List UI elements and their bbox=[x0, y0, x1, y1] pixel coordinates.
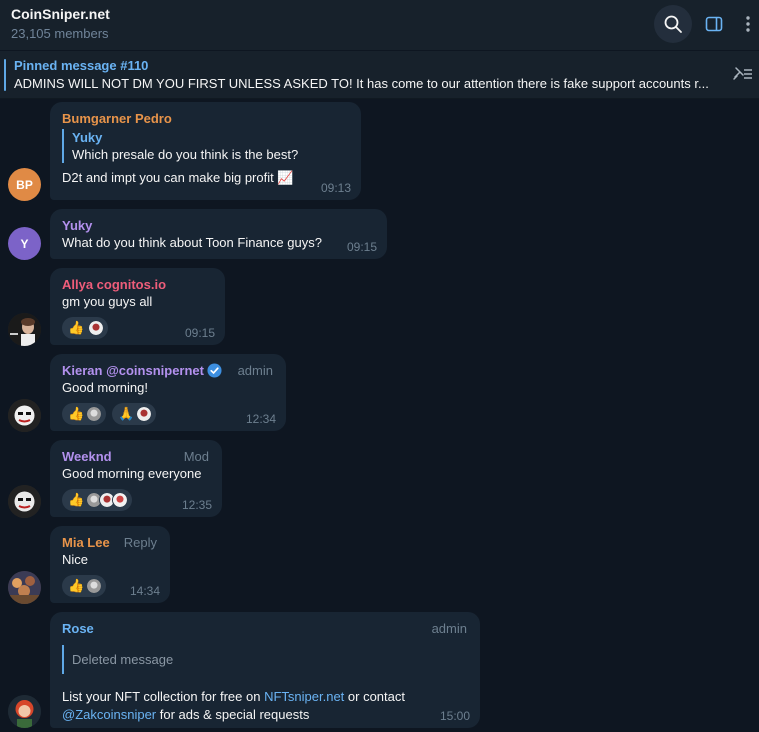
text-part: or contact bbox=[344, 689, 405, 704]
pray-icon: 🙏 bbox=[118, 406, 135, 421]
message-time: 15:00 bbox=[439, 709, 470, 723]
message-time: 12:34 bbox=[245, 412, 276, 426]
reaction-chip[interactable]: 👍 bbox=[62, 575, 107, 597]
more-options-button[interactable] bbox=[733, 5, 759, 43]
message-bubble[interactable]: Yuky What do you think about Toon Financ… bbox=[50, 209, 387, 259]
thumbs-up-icon: 👍 bbox=[68, 578, 85, 593]
message-bubble[interactable]: Mia Lee Reply Nice 👍 14:34 bbox=[50, 526, 170, 603]
message-bubble[interactable]: Rose admin Deleted message List your NFT… bbox=[50, 612, 480, 728]
reaction-chip[interactable]: 👍 bbox=[62, 403, 107, 425]
message-bubble[interactable]: Weeknd Mod Good morning everyone 👍 12:35 bbox=[50, 440, 222, 517]
reactions: 👍 🙏 bbox=[62, 403, 274, 425]
reply-sender: Yuky bbox=[72, 130, 103, 145]
message-time: 12:35 bbox=[181, 498, 212, 512]
avatar[interactable] bbox=[8, 313, 41, 346]
avatar[interactable] bbox=[8, 571, 41, 604]
profile-photo-icon bbox=[8, 399, 41, 432]
reactor-avatar bbox=[86, 406, 103, 422]
avatar[interactable]: Y bbox=[8, 227, 41, 260]
message-time: 14:34 bbox=[129, 584, 160, 598]
avatar[interactable] bbox=[8, 695, 41, 728]
thumbs-up-icon: 👍 bbox=[68, 320, 85, 335]
thumbs-up-icon: 👍 bbox=[68, 406, 85, 421]
reaction-chip[interactable]: 🙏 bbox=[112, 403, 157, 425]
avatar[interactable] bbox=[8, 399, 41, 432]
avatar[interactable] bbox=[8, 485, 41, 518]
message-time: 09:15 bbox=[346, 240, 377, 254]
message-bubble[interactable]: Bumgarner Pedro Yuky Which presale do yo… bbox=[50, 102, 361, 200]
nftsniper-link[interactable]: NFTsniper.net bbox=[264, 689, 344, 704]
chat-header: CoinSniper.net 23,105 members bbox=[0, 0, 759, 50]
reactor-avatar bbox=[88, 320, 105, 336]
message-time: 09:15 bbox=[184, 326, 215, 340]
pinned-text: ADMINS WILL NOT DM YOU FIRST UNLESS ASKE… bbox=[14, 76, 709, 91]
reactor-avatar bbox=[136, 406, 153, 422]
pinned-message-bar[interactable]: Pinned message #110 ADMINS WILL NOT DM Y… bbox=[0, 51, 759, 99]
text-part: for ads & special requests bbox=[156, 707, 310, 722]
message-text: What do you think about Toon Finance guy… bbox=[62, 235, 322, 250]
search-button[interactable] bbox=[654, 5, 692, 43]
message-text: gm you guys all bbox=[62, 294, 153, 309]
reply-label[interactable]: Reply bbox=[124, 535, 157, 550]
pinned-indicator bbox=[4, 59, 6, 91]
sidebar-toggle-icon bbox=[705, 16, 723, 32]
thumbs-up-icon: 👍 bbox=[68, 492, 85, 507]
zakcoinsniper-link[interactable]: @Zakcoinsniper bbox=[62, 707, 156, 722]
reaction-chip[interactable]: 👍 bbox=[62, 489, 133, 511]
member-count: 23,105 members bbox=[11, 26, 109, 41]
message-text: List your NFT collection for free on NFT… bbox=[62, 688, 468, 724]
profile-photo-icon bbox=[8, 571, 41, 604]
message-text: Good morning everyone bbox=[62, 466, 202, 481]
sender-name[interactable]: Kieran @coinsnipernet bbox=[62, 363, 204, 378]
admin-badge: admin bbox=[431, 621, 467, 636]
mod-badge: Mod bbox=[183, 449, 209, 464]
message-bubble[interactable]: Kieran @coinsnipernet admin Good morning… bbox=[50, 354, 286, 431]
pinned-title: Pinned message #110 bbox=[14, 58, 149, 73]
verified-icon bbox=[207, 363, 222, 378]
sender-name[interactable]: Bumgarner Pedro bbox=[62, 110, 349, 127]
pin-list-icon bbox=[733, 67, 752, 80]
sender-name[interactable]: Rose bbox=[62, 620, 468, 637]
pinned-list-button[interactable] bbox=[731, 65, 753, 88]
profile-photo-icon bbox=[8, 313, 41, 346]
avatar-initials: Y bbox=[20, 236, 29, 251]
reply-quote[interactable]: Yuky Which presale do you think is the b… bbox=[62, 129, 349, 163]
side-panel-button[interactable] bbox=[695, 5, 733, 43]
message-text: Nice bbox=[62, 552, 89, 567]
message-time: 09:13 bbox=[320, 181, 351, 195]
message-bubble[interactable]: Allya cognitos.io gm you guys all 👍 09:1… bbox=[50, 268, 225, 345]
message-text: Good morning! bbox=[62, 380, 148, 395]
avatar[interactable]: BP bbox=[8, 168, 41, 201]
reaction-chip[interactable]: 👍 bbox=[62, 317, 109, 339]
sender-name[interactable]: Allya cognitos.io bbox=[62, 276, 213, 293]
reactor-avatar bbox=[112, 492, 129, 508]
profile-photo-icon bbox=[8, 695, 41, 728]
reply-text: Which presale do you think is the best? bbox=[72, 147, 299, 162]
message-text: D2t and impt you can make big profit 📈 bbox=[62, 170, 294, 185]
profile-photo-icon bbox=[8, 485, 41, 518]
chat-title[interactable]: CoinSniper.net bbox=[11, 6, 110, 22]
deleted-message-label: Deleted message bbox=[72, 652, 174, 667]
search-icon bbox=[664, 15, 682, 33]
reactor-avatar bbox=[86, 578, 103, 594]
admin-badge: admin bbox=[237, 363, 273, 378]
avatar-initials: BP bbox=[16, 177, 33, 192]
text-part: List your NFT collection for free on bbox=[62, 689, 265, 704]
reply-quote[interactable]: Deleted message bbox=[62, 645, 468, 674]
more-vertical-icon bbox=[746, 16, 750, 32]
sender-name[interactable]: Yuky bbox=[62, 217, 375, 234]
